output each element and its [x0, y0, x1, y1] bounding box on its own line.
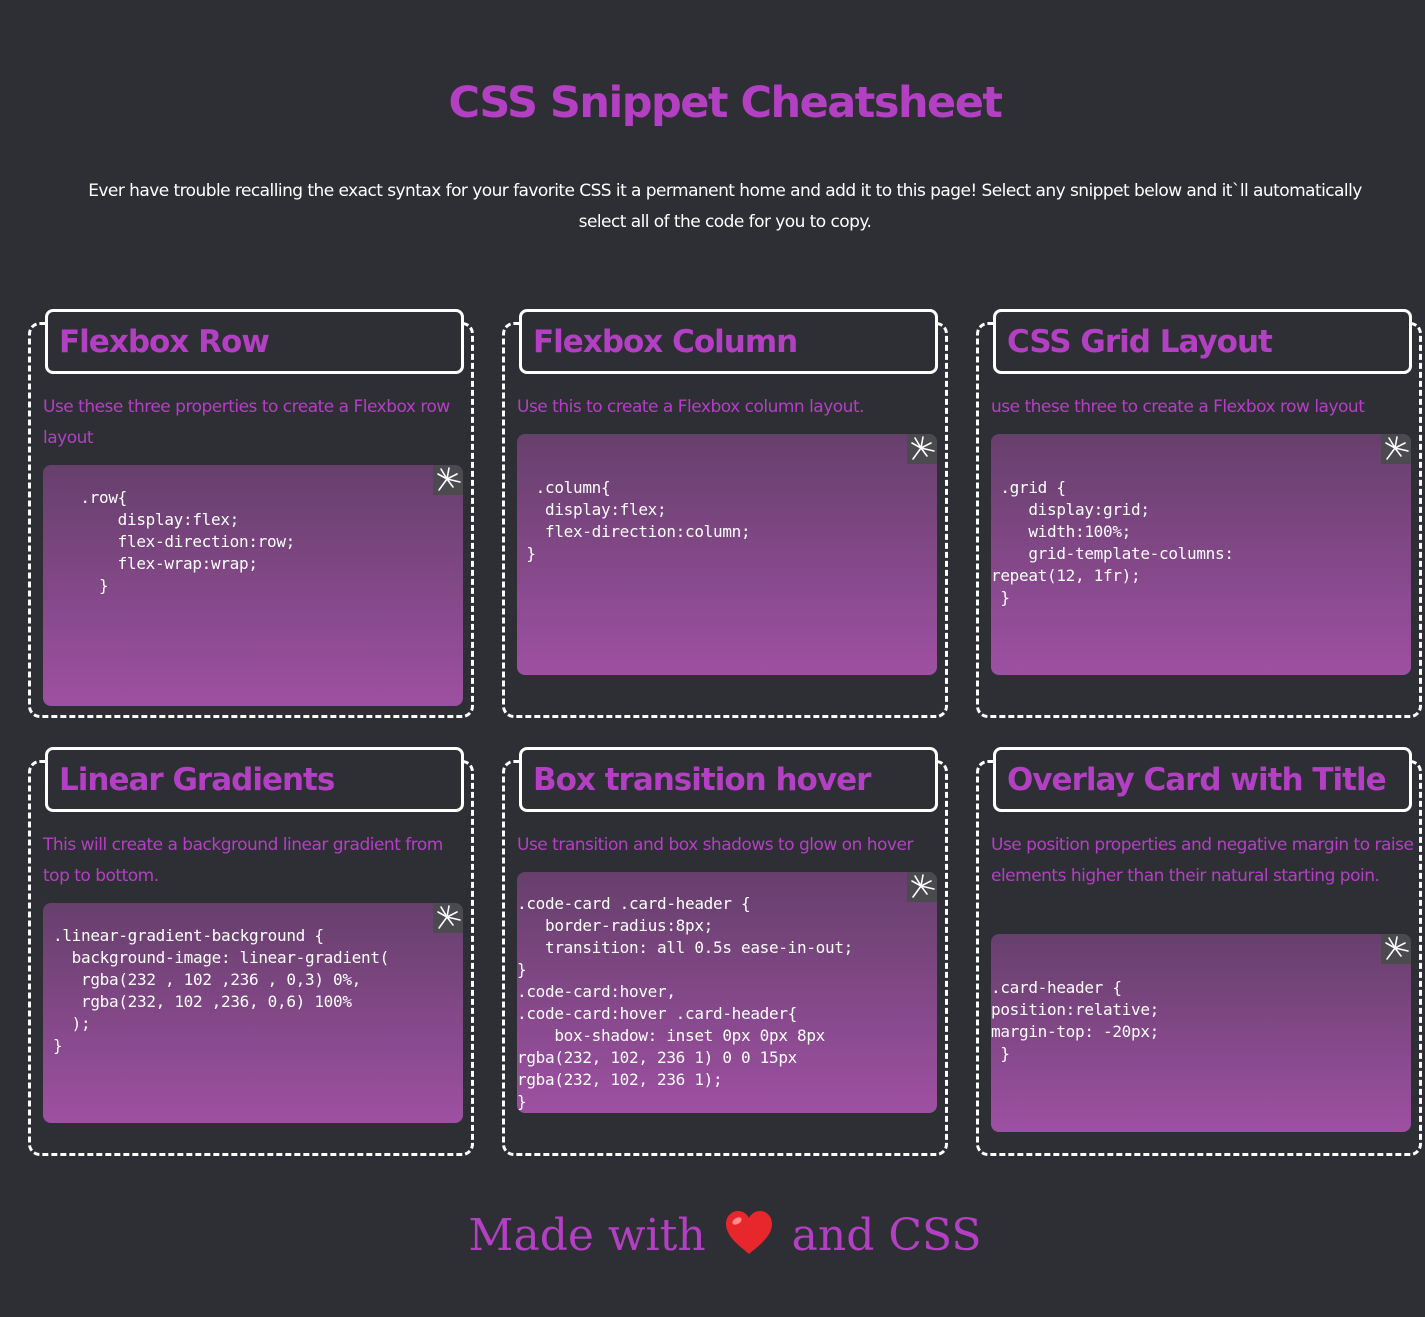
copy-icon[interactable] — [1381, 434, 1411, 464]
card-title: CSS Grid Layout — [1007, 323, 1273, 360]
card-header: Box transition hover — [519, 747, 938, 812]
card-header: Flexbox Row — [45, 309, 464, 374]
card-description: Use transition and box shadows to glow o… — [517, 835, 913, 855]
code-card-flexbox-column: Flexbox Column Use this to create a Flex… — [502, 309, 948, 718]
card-header: CSS Grid Layout — [993, 309, 1412, 374]
card-header: Flexbox Column — [519, 309, 938, 374]
card-title: Overlay Card with Title — [1007, 761, 1387, 798]
code-text[interactable]: .linear-gradient-background { background… — [53, 925, 389, 1057]
footer-text-before: Made with — [468, 1210, 706, 1261]
heart-icon — [724, 1210, 774, 1256]
code-text[interactable]: .column{ display:flex; flex-direction:co… — [517, 477, 750, 565]
footer: Made with and CSS — [0, 1210, 1425, 1261]
code-snippet[interactable]: .card-header { position:relative; margin… — [991, 934, 1411, 1132]
code-card-overlay: Overlay Card with Title Use position pro… — [976, 747, 1422, 1156]
code-card-box-transition: Box transition hover Use transition and … — [502, 747, 948, 1156]
card-description: Use position properties and negative mar… — [991, 835, 1414, 886]
card-header: Overlay Card with Title — [993, 747, 1412, 812]
code-text[interactable]: .card-header { position:relative; margin… — [991, 977, 1159, 1065]
card-title: Flexbox Column — [533, 323, 798, 360]
card-title: Box transition hover — [533, 761, 871, 798]
card-description: use these three to create a Flexbox row … — [991, 397, 1365, 417]
code-text[interactable]: .row{ display:flex; flex-direction:row; … — [43, 487, 295, 597]
code-snippet[interactable]: .code-card .card-header { border-radius:… — [517, 872, 937, 1113]
code-text[interactable]: .grid { display:grid; width:100%; grid-t… — [991, 477, 1234, 609]
copy-icon[interactable] — [433, 903, 463, 933]
code-text[interactable]: .code-card .card-header { border-radius:… — [517, 893, 853, 1113]
code-card-flexbox-row: Flexbox Row Use these three properties t… — [28, 309, 474, 718]
page-title: CSS Snippet Cheatsheet — [448, 78, 1003, 128]
copy-icon[interactable] — [907, 872, 937, 902]
code-card-linear-gradients: Linear Gradients This will create a back… — [28, 747, 474, 1156]
card-title: Flexbox Row — [59, 323, 270, 360]
code-snippet[interactable]: .grid { display:grid; width:100%; grid-t… — [991, 434, 1411, 675]
footer-text-after: and CSS — [791, 1210, 982, 1261]
code-snippet[interactable]: .row{ display:flex; flex-direction:row; … — [43, 465, 463, 706]
copy-icon[interactable] — [1381, 934, 1411, 964]
card-description: This will create a background linear gra… — [43, 835, 443, 886]
copy-icon[interactable] — [907, 434, 937, 464]
code-snippet[interactable]: .column{ display:flex; flex-direction:co… — [517, 434, 937, 675]
card-header: Linear Gradients — [45, 747, 464, 812]
card-description: Use this to create a Flexbox column layo… — [517, 397, 865, 417]
card-description: Use these three properties to create a F… — [43, 397, 450, 448]
code-snippet[interactable]: .linear-gradient-background { background… — [43, 903, 463, 1123]
code-card-css-grid: CSS Grid Layout use these three to creat… — [976, 309, 1422, 718]
intro-text: Ever have trouble recalling the exact sy… — [88, 181, 1362, 232]
copy-icon[interactable] — [433, 465, 463, 495]
card-title: Linear Gradients — [59, 761, 335, 798]
